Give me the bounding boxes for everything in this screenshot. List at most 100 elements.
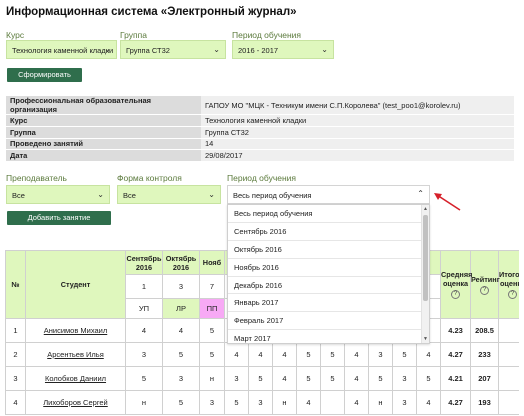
control-form-tag: УП [125,298,163,319]
rating-value: 193 [470,390,499,415]
grade-cell[interactable]: 4 [125,318,163,343]
grade-cell[interactable]: 5 [296,342,321,367]
grade-cell[interactable]: 3 [224,366,249,391]
study-period-select[interactable]: Весь период обучения ⌃ [227,185,430,204]
grade-cell[interactable]: 5 [125,366,163,391]
header-rating-label: Рейтинг [471,274,500,284]
group-label: Группа [120,30,147,40]
grade-cell[interactable]: н [272,390,297,415]
grade-cell[interactable]: 5 [199,342,225,367]
grade-cell[interactable]: 5 [392,342,417,367]
grade-cell[interactable]: 3 [162,366,200,391]
info-value: Технология каменной кладки [201,114,514,127]
student-name-link[interactable]: Арсентьев Илья [25,342,126,367]
grade-cell[interactable] [320,390,345,415]
info-value: Группа СТ32 [201,126,514,139]
header-student: Студент [25,250,126,319]
grade-cell[interactable]: 4 [162,318,200,343]
grade-cell[interactable]: 4 [416,342,441,367]
lesson-count[interactable]: 3 [162,274,200,299]
grade-cell[interactable]: 5 [199,318,225,343]
period-option[interactable]: Декабрь 2016 [228,277,422,295]
grade-cell[interactable]: 4 [416,390,441,415]
grade-cell[interactable]: 3 [368,342,393,367]
grade-cell[interactable]: 4 [272,366,297,391]
grade-cell[interactable]: 4 [296,390,321,415]
grade-cell[interactable]: н [125,390,163,415]
rating-value: 207 [470,366,499,391]
grade-cell[interactable]: 4 [344,342,369,367]
grade-cell[interactable]: 5 [224,390,249,415]
student-row: 2 Арсентьев Илья 3 5 5 4 4 4 5 5 4 3 5 4 4.27 233 [5,342,519,367]
scroll-up-icon[interactable]: ▲ [423,206,428,212]
annotation-arrow-icon [434,193,461,211]
grade-cell[interactable]: 5 [162,342,200,367]
grade-cell[interactable]: 4 [248,342,273,367]
info-row: Профессиональная образовательная организ… [6,96,514,115]
student-name-link[interactable]: Анисимов Михаил [25,318,126,343]
header-month: Октябрь 2016 [162,250,200,275]
help-icon[interactable]: ? [508,290,517,299]
dropdown-scrollbar[interactable]: ▲ ▼ [421,205,429,343]
help-icon[interactable]: ? [451,290,460,299]
chevron-up-icon: ⌃ [417,189,424,198]
study-period-dropdown[interactable]: Весь период обучения Сентябрь 2016 Октябрь… [227,204,430,344]
grade-cell[interactable]: н [368,390,393,415]
generate-button[interactable]: Сформировать [7,68,82,82]
group-select[interactable]: Группа СТ32 ⌄ [120,40,226,59]
average-grade: 4.23 [440,318,471,343]
grade-cell[interactable]: 5 [416,366,441,391]
student-name-link[interactable]: Колобков Даниил [25,366,126,391]
period-option[interactable]: Сентябрь 2016 [228,223,422,241]
rating-value: 233 [470,342,499,367]
lesson-count[interactable]: 1 [125,274,163,299]
grade-cell[interactable]: 5 [162,390,200,415]
grade-cell[interactable]: 5 [320,366,345,391]
period-select[interactable]: 2016 - 2017 ⌄ [232,40,334,59]
grade-cell[interactable]: 3 [248,390,273,415]
teacher-select-value: Все [12,191,25,200]
period-select-value: 2016 - 2017 [238,46,279,55]
header-rating: Рейтинг? [470,250,500,319]
grade-cell[interactable]: 5 [368,366,393,391]
help-icon[interactable]: ? [480,285,489,295]
grade-cell[interactable]: 5 [320,342,345,367]
period-option[interactable]: Февраль 2017 [228,312,422,331]
grade-cell[interactable]: 3 [392,390,417,415]
grade-cell[interactable]: 5 [296,366,321,391]
grade-cell[interactable]: 5 [248,366,273,391]
period-option[interactable]: Январь 2017 [228,294,422,313]
add-lesson-button[interactable]: Добавить занятие [7,211,111,225]
lesson-count[interactable]: 7 [199,274,225,299]
student-row: 3 Колобков Даниил 5 3 н 3 5 4 5 5 4 5 3 5 4.21 207 [5,366,519,391]
header-final: Итоговая оценка? [498,250,519,319]
control-form-select[interactable]: Все ⌄ [117,185,221,204]
row-number: 3 [5,366,26,391]
period-option[interactable]: Март 2017 [228,330,422,343]
info-row: Проведено занятий 14 [6,138,514,151]
info-key: Дата [6,149,201,163]
period-option[interactable]: Весь период обучения [228,205,422,223]
grade-cell[interactable]: 4 [272,342,297,367]
control-form-select-value: Все [123,191,136,200]
study-period-label: Период обучения [227,173,297,183]
student-name-link[interactable]: Лихоборов Сергей [25,390,126,415]
chevron-down-icon: ⌄ [97,190,104,199]
grade-cell[interactable]: 3 [392,366,417,391]
row-number: 1 [5,318,26,343]
teacher-label: Преподаватель [6,173,67,183]
scrollbar-thumb[interactable] [423,215,428,301]
grade-cell[interactable]: н [199,366,225,391]
scroll-down-icon[interactable]: ▼ [423,336,428,342]
period-option[interactable]: Ноябрь 2016 [228,259,422,277]
grade-cell[interactable]: 3 [125,342,163,367]
grade-cell[interactable]: 4 [224,342,249,367]
rating-value: 208.5 [470,318,499,343]
course-select[interactable]: Технология каменной кладки ⌄ [6,40,117,59]
period-option[interactable]: Октябрь 2016 [228,241,422,259]
grade-cell[interactable]: 4 [344,390,369,415]
control-form-label: Форма контроля [117,173,182,183]
grade-cell[interactable]: 3 [199,390,225,415]
grade-cell[interactable]: 4 [344,366,369,391]
teacher-select[interactable]: Все ⌄ [6,185,110,204]
